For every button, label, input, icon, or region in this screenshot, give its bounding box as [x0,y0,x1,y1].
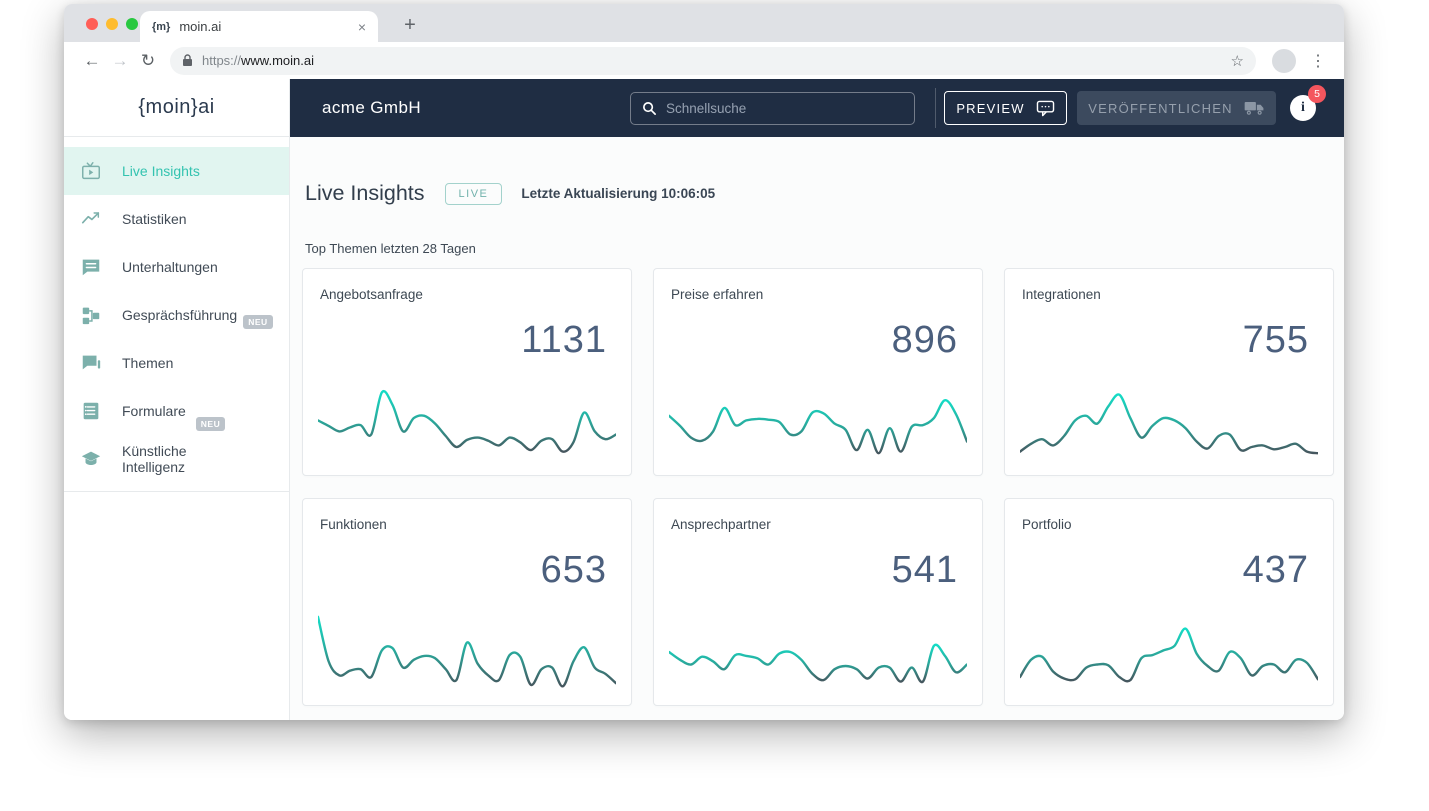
card-value: 653 [541,549,607,592]
form-icon [80,400,102,422]
sparkline-chart [1020,380,1318,464]
sidebar-item-statistiken[interactable]: Statistiken [64,195,289,243]
card-title: Funktionen [320,517,387,532]
line-chart-icon [80,208,102,230]
sidebar-item-label: Formulare [122,403,186,419]
card-title: Integrationen [1022,287,1101,302]
sidebar-item-themen[interactable]: Themen [64,339,289,387]
flow-icon [80,304,102,326]
sidebar-item-unterhaltungen[interactable]: Unterhaltungen [64,243,289,291]
profile-avatar[interactable] [1272,49,1296,73]
tv-icon [80,160,102,182]
card-title: Angebotsanfrage [320,287,423,302]
sidebar-item-label: Themen [122,355,173,371]
preview-button[interactable]: PREVIEW [944,91,1067,125]
sparkline-chart [669,380,967,464]
minimize-window-button[interactable] [106,18,118,30]
url-text: https://www.moin.ai [202,53,314,68]
browser-toolbar: ← → ↻ https://www.moin.ai ☆ ⋮ [64,42,1344,79]
live-badge: LIVE [445,183,503,205]
sidebar-item-formulare[interactable]: Formulare NEU [64,387,289,435]
card-value: 1131 [521,319,607,362]
card-title: Preise erfahren [671,287,763,302]
card-title: Ansprechpartner [671,517,771,532]
sidebar-nav: Live Insights Statistiken Unterhaltungen [64,137,289,492]
sidebar: {moin}ai Live Insights Statistiken [64,79,290,720]
moinai-logo: {moin}ai [64,79,289,137]
sidebar-item-label: Statistiken [122,211,187,227]
neu-badge: NEU [196,417,225,432]
preview-label: PREVIEW [956,101,1024,116]
tab-close-icon[interactable]: × [358,19,366,35]
neu-badge: NEU [243,315,272,330]
content-column: acme GmbH PREVIEW [290,79,1344,720]
topic-card-portfolio: Portfolio 437 [1004,498,1334,706]
chat-bubble-icon [1036,100,1055,117]
sparkline-chart [1020,610,1318,694]
window-controls [86,18,138,30]
browser-window: {m} moin.ai × + ← → ↻ https://www.moin.a… [64,4,1344,720]
publish-button[interactable]: VERÖFFENTLICHEN [1077,91,1276,125]
section-title: Top Themen letzten 28 Tagen [305,241,476,256]
tab-favicon-icon: {m} [152,21,170,33]
sidebar-item-label: Live Insights [122,163,200,179]
url-host: www.moin.ai [241,53,314,68]
sidebar-item-label: Künstliche Intelligenz [122,443,252,475]
url-scheme: https:// [202,53,241,68]
header-divider [935,88,936,128]
quick-search[interactable] [630,92,915,125]
topic-card-preise-erfahren: Preise erfahren 896 [653,268,983,476]
forward-icon[interactable]: → [106,51,134,71]
sparkline-chart [669,610,967,694]
sidebar-item-label: Gesprächsführung [122,307,237,323]
sparkline-chart [318,610,616,694]
graduation-cap-icon [80,448,102,470]
app-header: acme GmbH PREVIEW [290,79,1344,137]
close-window-button[interactable] [86,18,98,30]
info-button[interactable]: i 5 [1290,95,1316,121]
tab-title: moin.ai [179,19,357,34]
search-input[interactable] [666,101,903,116]
page-title-row: Live Insights LIVE Letzte Aktualisierung… [305,181,715,206]
sidebar-item-live-insights[interactable]: Live Insights [64,147,289,195]
organization-name: acme GmbH [322,98,421,118]
bookmark-star-icon[interactable]: ☆ [1231,52,1244,70]
sidebar-item-kuenstliche-intelligenz[interactable]: Künstliche Intelligenz [64,435,289,483]
address-bar[interactable]: https://www.moin.ai ☆ [170,47,1256,75]
sidebar-divider [64,491,289,492]
topic-card-angebotsanfrage: Angebotsanfrage 1131 [302,268,632,476]
card-value: 541 [892,549,958,592]
notification-badge: 5 [1308,85,1326,103]
sidebar-item-gespraechsfuehrung[interactable]: Gesprächsführung NEU [64,291,289,339]
topic-card-funktionen: Funktionen 653 [302,498,632,706]
card-title: Portfolio [1022,517,1072,532]
last-updated-text: Letzte Aktualisierung 10:06:05 [521,186,715,201]
chats-icon [80,352,102,374]
card-value: 437 [1243,549,1309,592]
chat-lines-icon [80,256,102,278]
new-tab-button[interactable]: + [398,14,422,37]
topic-card-integrationen: Integrationen 755 [1004,268,1334,476]
sidebar-item-label: Unterhaltungen [122,259,218,275]
truck-icon [1244,101,1265,116]
topic-card-ansprechpartner: Ansprechpartner 541 [653,498,983,706]
page-title: Live Insights [305,181,425,206]
card-value: 755 [1243,319,1309,362]
search-icon [642,101,657,116]
browser-tabstrip: {m} moin.ai × + [64,4,1344,42]
main-content: Live Insights LIVE Letzte Aktualisierung… [290,137,1344,720]
card-value: 896 [892,319,958,362]
lock-icon [182,54,193,67]
publish-label: VERÖFFENTLICHEN [1088,101,1232,116]
sparkline-chart [318,380,616,464]
browser-tab[interactable]: {m} moin.ai × [140,11,378,42]
topics-grid: Angebotsanfrage 1131 Preise erfahren 896… [302,268,1334,706]
desktop: {m} moin.ai × + ← → ↻ https://www.moin.a… [0,0,1429,811]
back-icon[interactable]: ← [78,51,106,71]
browser-menu-icon[interactable]: ⋮ [1306,51,1330,71]
app-root: {moin}ai Live Insights Statistiken [64,79,1344,720]
fullscreen-window-button[interactable] [126,18,138,30]
reload-icon[interactable]: ↻ [134,51,162,71]
